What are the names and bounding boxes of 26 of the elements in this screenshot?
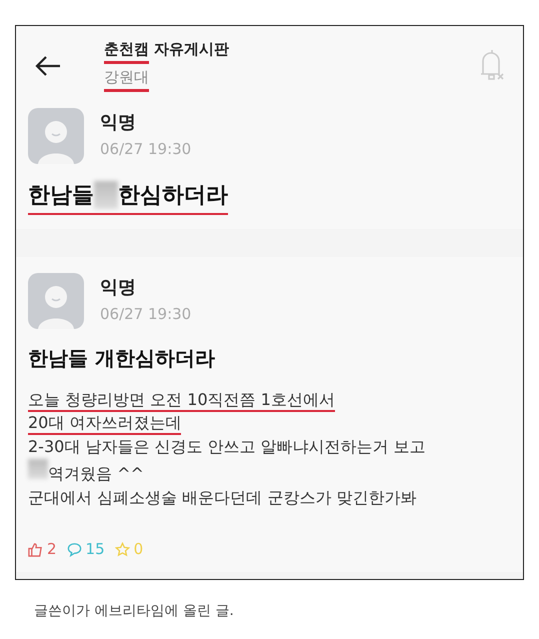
speech-bubble-icon[interactable]	[66, 542, 82, 556]
blur-mark	[28, 459, 48, 479]
post-text: 군대에서 심폐소생술 배운다던데 군캉스가 맞긴한가봐	[28, 488, 416, 507]
post-time: 06/27 19:30	[100, 140, 192, 158]
reaction-count: 2	[47, 540, 57, 558]
back-arrow-icon[interactable]	[34, 54, 62, 78]
blur-mark	[94, 181, 118, 209]
caption: 글쓴이가 에브리타임에 올린 글.	[34, 602, 235, 620]
star-icon[interactable]	[114, 542, 130, 556]
post-text: 오늘 청량리방면 오전 10직전쯤 1호선에서	[28, 390, 335, 409]
post-text: 2-30대 남자들은 신경도 안쓰고 알빠냐시전하는거 보고	[28, 437, 426, 456]
post-title: 한남들 개한심하더라	[28, 345, 215, 372]
avatar-icon	[28, 108, 84, 164]
board-title: 자유게시판	[154, 40, 229, 60]
author-name: 익명	[100, 276, 137, 299]
reaction-count: 15	[86, 540, 105, 558]
post-text: 역겨웠음 ^^	[48, 464, 144, 483]
post-time: 06/27 19:30	[100, 305, 192, 323]
reaction-count: 0	[134, 540, 144, 558]
post-title: 한남들	[28, 182, 94, 210]
post-text: 20대 여자쓰러졌는데	[28, 413, 182, 432]
author-name: 익명	[100, 111, 137, 134]
board-title: 춘천캠	[104, 40, 149, 64]
post-title: 한심하더라	[118, 182, 228, 210]
thumbs-up-icon[interactable]	[28, 542, 43, 556]
avatar-icon	[28, 273, 84, 329]
